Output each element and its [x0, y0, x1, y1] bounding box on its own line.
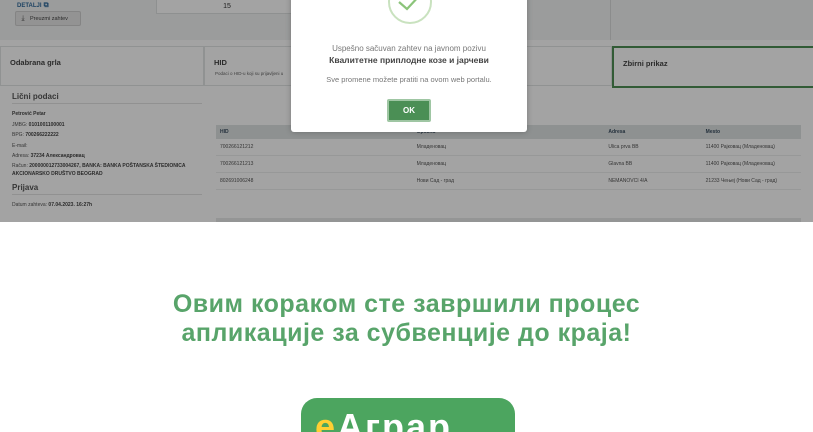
eagrar-logo: eАграр: [301, 398, 515, 432]
success-modal: Uspešno sačuvan zahtev na javnom pozivu …: [291, 0, 527, 132]
logo-text: eАграр: [315, 406, 452, 432]
modal-message: Uspešno sačuvan zahtev na javnom pozivu: [332, 44, 486, 53]
check-icon: [388, 0, 432, 24]
ok-button[interactable]: OK: [387, 99, 431, 122]
headline: Овим кораком сте завршили процес апликац…: [0, 290, 813, 348]
headline-line-1: Овим кораком сте завршили процес: [172, 290, 641, 318]
logo-word: Аграр: [337, 406, 453, 432]
headline-line-2: апликације за субвенције до краја!: [181, 319, 632, 347]
logo-e: e: [315, 406, 338, 432]
modal-program-name: Квалитетне приплодне козе и јарчеви: [329, 55, 489, 65]
portal-screenshot: DETALJI ⧉ ⤓ Preuzmi zahtev 15 Odabrana gr…: [0, 0, 813, 222]
modal-note: Sve promene možete pratiti na ovom web p…: [326, 75, 492, 84]
